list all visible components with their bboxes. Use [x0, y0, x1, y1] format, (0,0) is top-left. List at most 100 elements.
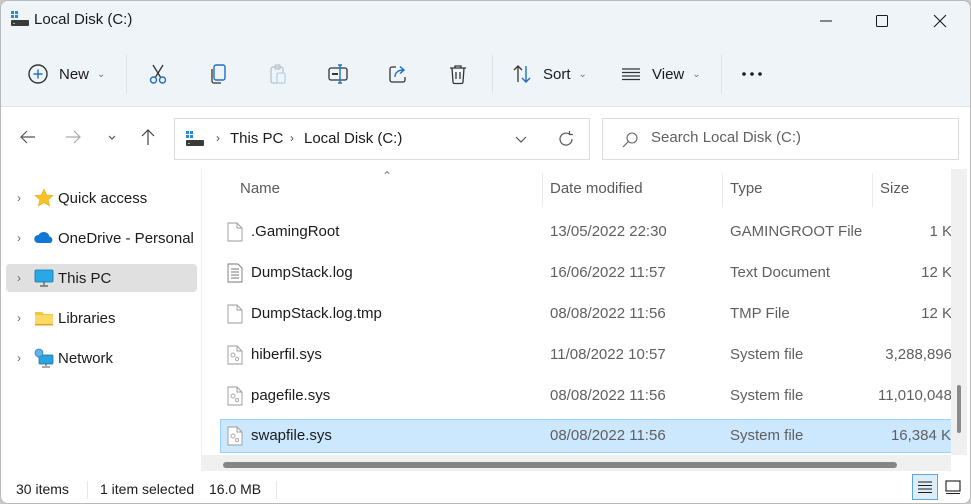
chevron-right-icon[interactable]: ›: [8, 351, 30, 365]
share-icon: [389, 65, 406, 83]
file-type: Text Document: [730, 264, 831, 281]
copy-button[interactable]: [207, 54, 229, 94]
more-options-button[interactable]: [741, 54, 763, 94]
chevron-right-icon[interactable]: ›: [8, 271, 30, 285]
system-file-icon: [227, 426, 243, 446]
cut-button[interactable]: [147, 54, 169, 94]
sidebar-item-quick-access[interactable]: › Quick access: [6, 184, 197, 212]
file-row[interactable]: pagefile.sys 08/08/2022 11:56 System fil…: [220, 379, 951, 413]
vertical-scrollbar-thumb[interactable]: [957, 385, 961, 433]
rename-button[interactable]: [327, 54, 349, 94]
selection-size: 16.0 MB: [209, 481, 262, 497]
sidebar-label: Quick access: [58, 189, 148, 207]
arrow-right-icon: [66, 130, 81, 144]
view-button[interactable]: View ⌄: [620, 54, 701, 94]
status-divider: [87, 481, 88, 499]
details-view-button[interactable]: [912, 474, 938, 500]
column-header-name[interactable]: Name: [240, 169, 280, 209]
back-button[interactable]: [16, 125, 40, 149]
toolbar-divider: [126, 55, 127, 93]
navigation-pane: › Quick access › OneDrive - Personal › T…: [1, 169, 201, 469]
up-button[interactable]: [136, 125, 160, 149]
sidebar-item-network[interactable]: › Network: [6, 344, 197, 372]
forward-button[interactable]: [61, 125, 85, 149]
tiles-view-icon: [945, 480, 961, 495]
chevron-right-icon[interactable]: ›: [8, 191, 30, 205]
file-row[interactable]: DumpStack.log.tmp 08/08/2022 11:56 TMP F…: [220, 297, 951, 331]
sort-icon: [513, 65, 531, 83]
title-bar: Local Disk (C:): [1, 1, 970, 41]
address-bar[interactable]: › This PC › Local Disk (C:): [174, 118, 590, 160]
column-divider[interactable]: [542, 173, 543, 207]
file-size: 16,384 K: [890, 427, 951, 444]
column-header-size[interactable]: Size: [880, 169, 909, 209]
horizontal-scrollbar-thumb[interactable]: [223, 462, 897, 468]
sort-ascending-icon: ⌃: [382, 169, 393, 183]
delete-button[interactable]: [447, 54, 469, 94]
share-button[interactable]: [387, 54, 409, 94]
search-input[interactable]: [651, 129, 941, 146]
breadcrumb-this-pc[interactable]: This PC: [230, 130, 283, 147]
minimize-button[interactable]: [797, 1, 855, 41]
chevron-down-icon[interactable]: [513, 131, 529, 147]
sort-button[interactable]: Sort ⌄: [511, 54, 587, 94]
breadcrumb-local-disk[interactable]: Local Disk (C:): [304, 130, 402, 147]
file-size: 12 K: [921, 264, 951, 281]
file-type: GAMINGROOT File: [730, 223, 863, 240]
file-name: DumpStack.log.tmp: [251, 305, 382, 322]
monitor-icon: [34, 269, 54, 287]
column-divider[interactable]: [722, 173, 723, 207]
list-view-icon: [622, 68, 640, 81]
search-box[interactable]: [602, 118, 959, 160]
blank-file-icon: [227, 304, 243, 324]
sidebar-label: Network: [58, 349, 114, 367]
recent-locations-button[interactable]: [100, 125, 124, 149]
file-size: 12 K: [921, 305, 951, 322]
file-date: 16/06/2022 11:57: [550, 264, 666, 281]
refresh-icon[interactable]: [557, 130, 575, 148]
plus-circle-icon: [28, 64, 48, 84]
chevron-down-icon: ⌄: [97, 68, 106, 80]
command-bar: New ⌄ Sort ⌄ View ⌄: [1, 41, 970, 107]
chevron-right-icon[interactable]: ›: [8, 231, 30, 245]
drive-icon: [186, 131, 204, 146]
window-title: Local Disk (C:): [34, 11, 133, 28]
sort-label: Sort: [543, 65, 571, 83]
file-row-selected[interactable]: swapfile.sys 08/08/2022 11:56 System fil…: [220, 419, 951, 453]
paste-button[interactable]: [267, 54, 289, 94]
details-view-icon: [918, 481, 932, 494]
close-button[interactable]: [911, 1, 969, 41]
rename-icon: [328, 64, 348, 84]
arrow-up-icon: [141, 129, 155, 145]
file-type: System file: [730, 387, 804, 404]
sidebar-label: Libraries: [58, 309, 116, 327]
star-icon: [34, 188, 54, 207]
file-row[interactable]: DumpStack.log 16/06/2022 11:57 Text Docu…: [220, 256, 951, 290]
tiles-view-button[interactable]: [940, 474, 966, 500]
chevron-down-icon: ⌄: [578, 68, 587, 80]
file-name: swapfile.sys: [251, 427, 332, 444]
column-header-date[interactable]: Date modified: [550, 169, 643, 209]
toolbar-divider: [492, 55, 493, 93]
column-header-type[interactable]: Type: [730, 169, 763, 209]
new-button[interactable]: New ⌄: [27, 54, 105, 94]
file-date: 08/08/2022 11:56: [550, 427, 666, 444]
column-divider[interactable]: [872, 173, 873, 207]
file-row[interactable]: .GamingRoot 13/05/2022 22:30 GAMINGROOT …: [220, 215, 951, 249]
sidebar-item-libraries[interactable]: › Libraries: [6, 304, 197, 332]
sidebar-item-onedrive[interactable]: › OneDrive - Personal: [6, 224, 197, 252]
file-row[interactable]: hiberfil.sys 11/08/2022 10:57 System fil…: [220, 338, 951, 372]
network-icon: [34, 348, 54, 368]
sidebar-item-this-pc[interactable]: › This PC: [6, 264, 197, 292]
toolbar-divider: [721, 55, 722, 93]
text-file-icon: [227, 263, 243, 283]
selection-info: 1 item selected: [100, 481, 195, 497]
trash-icon: [450, 65, 466, 85]
folder-icon: [35, 312, 53, 326]
navigation-bar: › This PC › Local Disk (C:): [1, 107, 970, 169]
chevron-right-icon[interactable]: ›: [8, 311, 30, 325]
new-label: New: [59, 65, 90, 83]
maximize-button[interactable]: [853, 1, 911, 41]
file-name: hiberfil.sys: [251, 346, 322, 363]
search-icon: [622, 132, 638, 148]
